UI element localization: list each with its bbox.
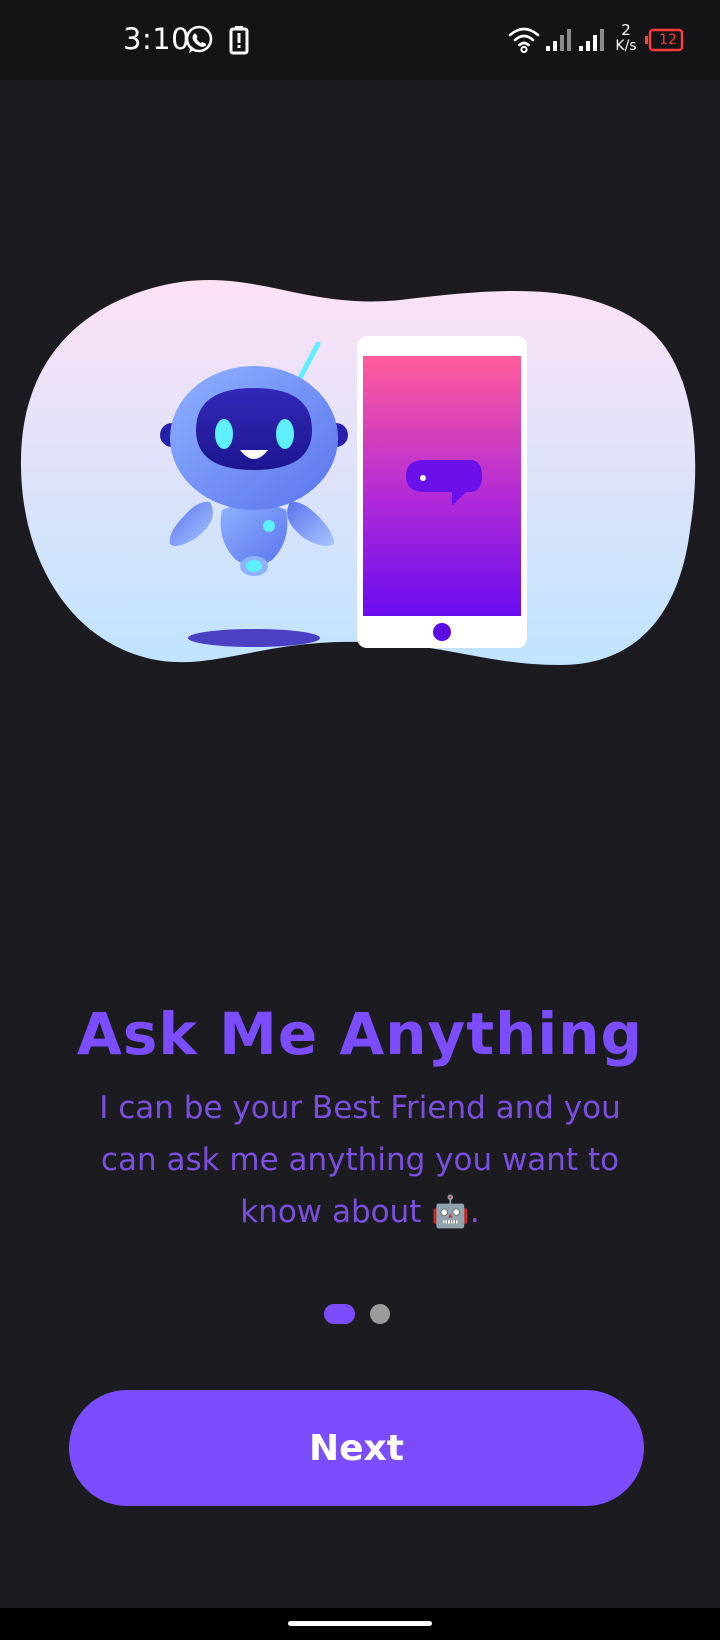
onboarding-title: Ask Me Anything [76,1000,644,1068]
system-nav-bar [0,1608,720,1640]
status-time: 3:10 [123,22,191,56]
page-indicator [0,1302,720,1326]
home-indicator[interactable] [288,1621,432,1626]
robot-shadow [188,629,320,647]
signal-icon [579,29,604,51]
whatsapp-icon [185,25,213,53]
page-dot-inactive[interactable] [370,1304,390,1324]
status-bar: 3:10 2 K/s 12 [0,0,720,80]
page-dot-active [324,1304,355,1324]
onboarding-screen: 3:10 2 K/s 12 Ask Me Anything I can be y… [0,0,720,1640]
battery-saver-icon [229,26,249,55]
network-speed-value: 2 [621,21,631,39]
battery-level: 12 [659,32,677,48]
network-speed: 2 K/s [610,22,642,54]
robot-left-eye [215,419,233,449]
network-speed-unit: K/s [615,38,637,54]
signal-icon [546,29,571,51]
robot-right-eye [276,419,294,449]
wifi-icon [508,27,540,54]
next-button[interactable]: Next [69,1390,644,1506]
robot-body-light [263,520,275,532]
onboarding-description: I can be your Best Friend and you can as… [99,1090,621,1230]
phone-home-button [433,623,451,641]
robot-chat-illustration [20,279,696,665]
